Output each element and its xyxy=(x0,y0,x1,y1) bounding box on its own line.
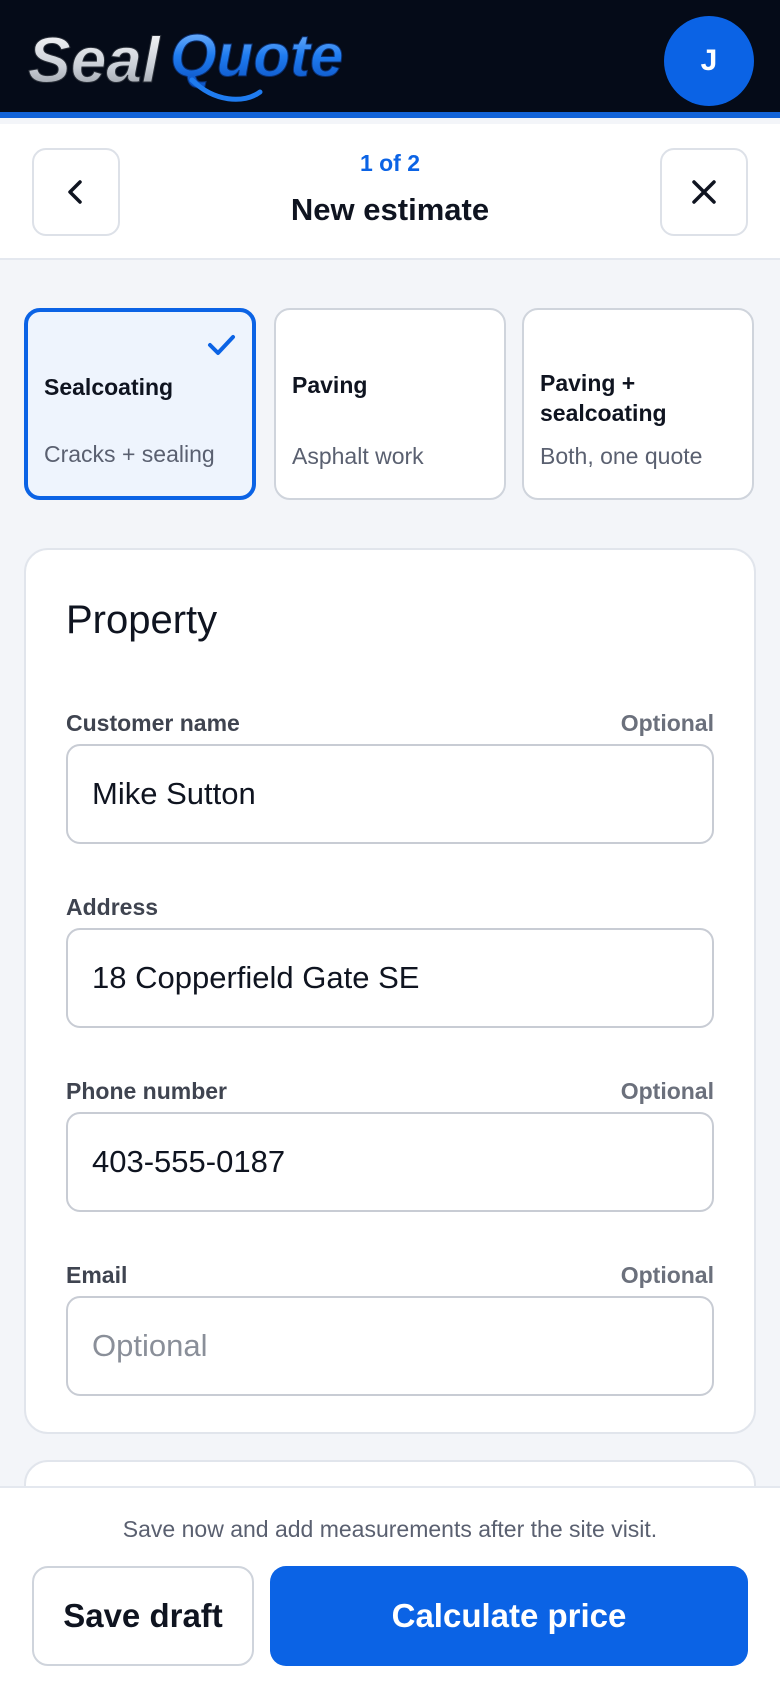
svg-text:Quote: Quote xyxy=(170,22,343,89)
job-type-paving[interactable]: Paving Asphalt work xyxy=(274,308,506,500)
phone-label: Phone number xyxy=(66,1078,228,1104)
optional-tag: Optional xyxy=(620,710,714,736)
email-label: Email xyxy=(66,1262,128,1288)
job-type-paving-sealcoating[interactable]: Paving + sealcoating Both, one quote xyxy=(522,308,754,500)
checkmark-icon xyxy=(208,335,235,355)
optional-tag: Optional xyxy=(620,1078,714,1104)
job-type-selector: Sealcoating Cracks + sealing Paving Asph… xyxy=(24,308,756,500)
customer-name-input[interactable] xyxy=(66,744,714,844)
property-card: Property Customer name Optional Address … xyxy=(24,548,756,1434)
option-title: Paving xyxy=(292,372,368,398)
user-avatar[interactable]: J xyxy=(664,16,754,106)
top-bar: Seal Quote J xyxy=(0,0,780,118)
customer-name-label: Customer name xyxy=(66,710,240,736)
option-subtitle: Asphalt work xyxy=(292,443,424,469)
optional-tag: Optional xyxy=(620,1262,714,1288)
address-label: Address xyxy=(66,894,159,920)
option-subtitle: Both, one quote xyxy=(540,443,703,469)
save-hint: Save now and add measurements after the … xyxy=(122,1516,658,1542)
option-title: Sealcoating xyxy=(44,374,174,400)
save-draft-button[interactable]: Save draft xyxy=(32,1566,254,1666)
option-subtitle: Cracks + sealing xyxy=(44,441,215,467)
close-icon xyxy=(692,180,716,204)
job-type-sealcoating[interactable]: Sealcoating Cracks + sealing xyxy=(24,308,256,500)
section-title: Property xyxy=(66,598,218,642)
app-root: Seal Quote J 1 of 2 New estimate Sealcoa… xyxy=(0,0,780,1688)
close-button[interactable] xyxy=(660,148,748,236)
calculate-price-button[interactable]: Calculate price xyxy=(270,1566,748,1666)
sealquote-logo: Seal Quote xyxy=(28,22,344,102)
phone-input[interactable] xyxy=(66,1112,714,1212)
svg-text:Seal: Seal xyxy=(28,24,161,96)
address-input[interactable] xyxy=(66,928,714,1028)
email-input[interactable] xyxy=(66,1296,714,1396)
bottom-action-bar: Save now and add measurements after the … xyxy=(0,1486,780,1688)
option-title: Paving + sealcoating xyxy=(540,370,667,426)
avatar-initial: J xyxy=(700,44,718,77)
step-header: 1 of 2 New estimate xyxy=(0,124,780,260)
